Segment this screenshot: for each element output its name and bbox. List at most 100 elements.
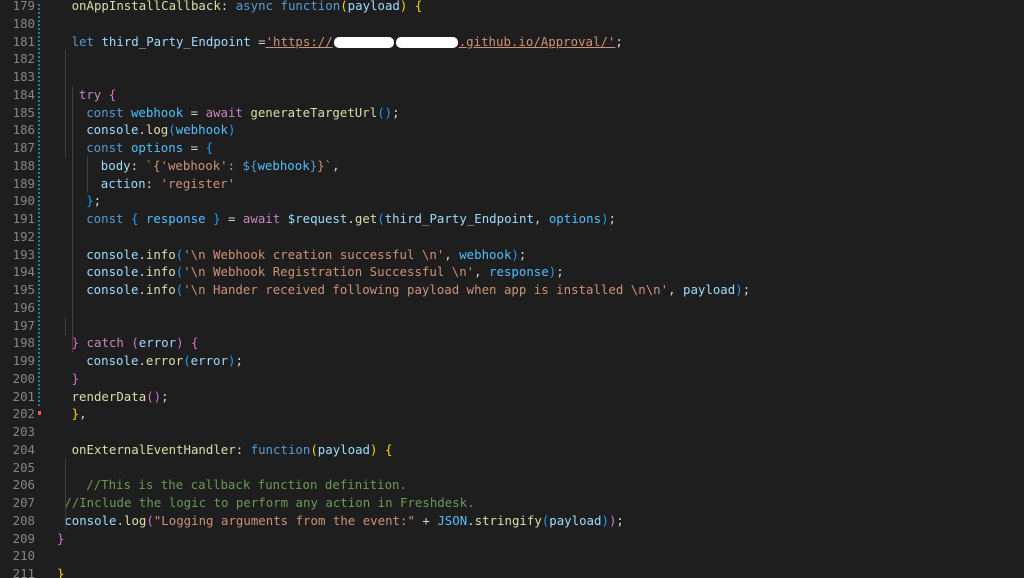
- code-text[interactable]: }: [57, 565, 64, 578]
- code-token: {: [414, 0, 423, 13]
- code-text[interactable]: console.log(webhook): [86, 121, 235, 139]
- keyword: await: [242, 211, 281, 226]
- code-line[interactable]: 200}: [0, 370, 1024, 388]
- code-line[interactable]: 199 console.error(error);: [0, 352, 1024, 370]
- line-number: 206: [12, 477, 35, 493]
- code-text[interactable]: renderData();: [72, 388, 169, 406]
- code-line[interactable]: 190};: [0, 192, 1024, 210]
- code-token: ;: [93, 193, 102, 209]
- line-number: 209: [12, 530, 35, 546]
- code-token: {: [205, 140, 214, 155]
- code-token: ;: [615, 33, 623, 49]
- code-token: (: [131, 335, 139, 351]
- code-area[interactable]: 179 onAppInstallCallback: async function(…: [0, 0, 1024, 578]
- indent-guide: [72, 85, 73, 104]
- code-line[interactable]: 204 onExternalEventHandler: function(payl…: [0, 441, 1024, 459]
- code-text[interactable]: action: 'register': [101, 175, 235, 193]
- code-text[interactable]: console.info('\n Webhook Registration Su…: [86, 263, 563, 281]
- code-line[interactable]: 183: [0, 68, 1024, 86]
- code-token: }: [71, 406, 80, 422]
- code-text[interactable]: console.log("Logging arguments from the …: [64, 512, 624, 530]
- line-number: 180: [12, 15, 35, 31]
- code-line[interactable]: 202},: [0, 405, 1024, 423]
- code-line[interactable]: 207 //Include the logic to perform any ac…: [0, 494, 1024, 512]
- code-token: ): [511, 246, 519, 262]
- code-text[interactable]: } catch (error) {: [72, 334, 199, 352]
- code-line[interactable]: 197: [0, 317, 1024, 335]
- code-line[interactable]: 180: [0, 15, 1024, 33]
- code-line[interactable]: 206 //This is the callback function defin…: [0, 476, 1024, 494]
- code-line[interactable]: 184 try {: [0, 86, 1024, 104]
- code-text[interactable]: //Include the logic to perform any actio…: [64, 494, 474, 512]
- line-number: 184: [12, 86, 35, 102]
- line-number: 200: [12, 370, 35, 386]
- code-line[interactable]: 188 body: `{'webhook': ${webhook}}`,: [0, 157, 1024, 175]
- code-text[interactable]: try {: [79, 86, 116, 104]
- code-line[interactable]: 210: [0, 547, 1024, 565]
- code-line[interactable]: 196: [0, 299, 1024, 317]
- code-line[interactable]: 185 const webhook = await generateTargetU…: [0, 104, 1024, 122]
- code-line[interactable]: 186 console.log(webhook): [0, 121, 1024, 139]
- code-text[interactable]: body: `{'webhook': ${webhook}}`,: [101, 157, 340, 175]
- code-line[interactable]: 192: [0, 228, 1024, 246]
- indent-guide: [72, 156, 73, 175]
- code-text[interactable]: }: [57, 530, 64, 548]
- identifier: payload: [347, 0, 400, 13]
- function-name: stringify: [474, 512, 542, 528]
- indent-guide: [72, 139, 73, 157]
- code-line[interactable]: 205: [0, 459, 1024, 477]
- code-line[interactable]: 187 const options = {: [0, 139, 1024, 157]
- function-name: renderData: [71, 388, 147, 404]
- line-number: 187: [12, 140, 35, 155]
- code-line[interactable]: 179 onAppInstallCallback: async function(…: [0, 0, 1024, 15]
- code-line[interactable]: 181 let third_Party_Endpoint ='https:// .g…: [0, 33, 1024, 51]
- identifier: console: [64, 512, 117, 528]
- code-line[interactable]: 189 action: 'register': [0, 175, 1024, 193]
- identifier: payload: [549, 512, 602, 528]
- code-token: .: [138, 353, 146, 368]
- code-token: :: [220, 0, 236, 13]
- code-line[interactable]: 198} catch (error) {: [0, 334, 1024, 352]
- line-number: 192: [12, 228, 35, 244]
- code-text[interactable]: onAppInstallCallback: async function(pay…: [72, 0, 423, 15]
- code-line[interactable]: 208 console.log("Logging arguments from t…: [0, 512, 1024, 530]
- code-line[interactable]: 209}: [0, 530, 1024, 548]
- string: '\n Webhook Registration Successful \n': [183, 264, 475, 280]
- string: 'register': [160, 175, 236, 191]
- code-token: +: [414, 512, 438, 528]
- string: '\n Hander received following payload wh…: [183, 282, 669, 297]
- code-token: ;: [742, 282, 751, 297]
- code-line[interactable]: 203: [0, 423, 1024, 441]
- indent-guide: [72, 210, 73, 228]
- identifier: response: [489, 264, 549, 280]
- code-line[interactable]: 211}: [0, 565, 1024, 578]
- code-line[interactable]: 201 renderData();: [0, 388, 1024, 406]
- code-text[interactable]: const webhook = await generateTargetUrl(…: [86, 104, 399, 122]
- code-text[interactable]: console.info('\n Hander received followi…: [86, 281, 750, 299]
- code-text[interactable]: },: [72, 405, 87, 423]
- code-editor[interactable]: 179 onAppInstallCallback: async function(…: [0, 0, 1024, 578]
- code-line[interactable]: 191 const { response } = await $request.g…: [0, 210, 1024, 228]
- code-token: ,: [533, 211, 549, 226]
- code-text[interactable]: console.error(error);: [86, 352, 243, 370]
- code-text[interactable]: const { response } = await $request.get(…: [86, 210, 616, 228]
- code-text[interactable]: const options = {: [86, 139, 213, 157]
- code-text[interactable]: let third_Party_Endpoint ='https:// .gith…: [72, 33, 623, 51]
- code-line[interactable]: 193 console.info('\n Webhook creation suc…: [0, 246, 1024, 264]
- indent-guide: [72, 298, 73, 317]
- code-line[interactable]: 194 console.info('\n Webhook Registration…: [0, 263, 1024, 281]
- code-line[interactable]: 182: [0, 50, 1024, 68]
- code-text[interactable]: //This is the callback function definiti…: [86, 476, 407, 494]
- code-text[interactable]: };: [86, 192, 101, 210]
- keyword: const: [86, 104, 124, 120]
- code-text[interactable]: }: [72, 370, 79, 388]
- code-text[interactable]: onExternalEventHandler: function(payload…: [72, 441, 393, 459]
- code-text[interactable]: console.info('\n Webhook creation succes…: [86, 246, 526, 264]
- code-line[interactable]: 195 console.info('\n Hander received foll…: [0, 281, 1024, 299]
- identifier: response: [145, 211, 206, 226]
- code-token: ,: [474, 264, 490, 280]
- line-number: 210: [12, 548, 35, 564]
